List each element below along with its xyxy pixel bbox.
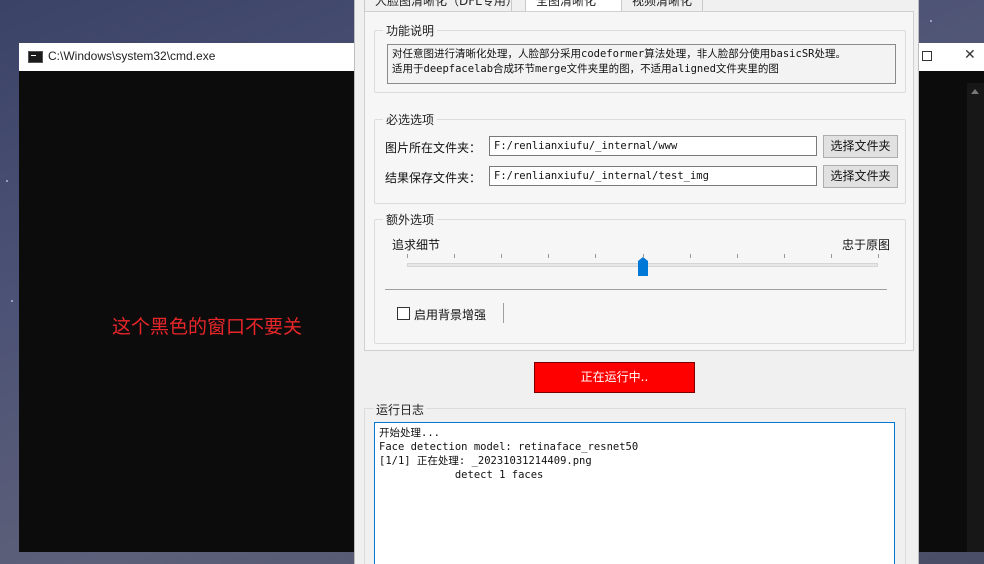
slider-tick — [548, 254, 549, 258]
log-textarea[interactable]: 开始处理... Face detection model: retinaface… — [374, 422, 895, 564]
tab-panel: 功能说明 对任意图进行清晰化处理，人脸部分采用codeformer算法处理，非人… — [364, 11, 914, 351]
run-button[interactable]: 正在运行中.. — [534, 362, 695, 393]
description-group: 功能说明 对任意图进行清晰化处理，人脸部分采用codeformer算法处理，非人… — [374, 22, 906, 93]
required-options-group: 必选选项 图片所在文件夹： F:/renlianxiufu/_internal/… — [374, 111, 906, 204]
cmd-scrollbar[interactable] — [967, 83, 984, 552]
background-star — [930, 20, 932, 22]
browse-input-folder-button[interactable]: 选择文件夹 — [823, 135, 898, 158]
input-folder-label: 图片所在文件夹： — [385, 141, 482, 155]
slider-tick — [784, 254, 785, 258]
browse-output-folder-button[interactable]: 选择文件夹 — [823, 165, 898, 188]
slider-tick — [501, 254, 502, 258]
required-options-title: 必选选项 — [383, 111, 438, 128]
divider — [385, 289, 887, 290]
slider-tick — [454, 254, 455, 258]
slider-tick — [831, 254, 832, 258]
log-line: Face detection model: retinaface_resnet5… — [379, 441, 639, 453]
slider-thumb[interactable] — [638, 257, 648, 276]
slider-right-label: 忠于原图 — [842, 238, 891, 252]
description-line: 适用于deepfacelab合成环节merge文件夹里的图，不适用aligned… — [392, 63, 779, 75]
description-text: 对任意图进行清晰化处理，人脸部分采用codeformer算法处理，非人脸部分使用… — [387, 44, 896, 84]
cmd-window-title: C:\Windows\system32\cmd.exe — [48, 49, 216, 63]
output-folder-field[interactable]: F:/renlianxiufu/_internal/test_img — [489, 166, 817, 186]
divider — [503, 303, 504, 323]
log-line: 开始处理... — [379, 427, 440, 439]
cmd-warning-note: 这个黑色的窗口不要关 — [112, 316, 303, 338]
description-title: 功能说明 — [383, 22, 438, 39]
slider-tick — [737, 254, 738, 258]
background-star — [6, 180, 8, 182]
extra-options-group: 额外选项 — [374, 211, 906, 344]
slider-tick — [878, 254, 879, 258]
terminal-icon — [28, 51, 43, 63]
background-enhance-label: 启用背景增强 — [414, 308, 487, 322]
log-line: [1/1] 正在处理: _20231031214409.png — [379, 455, 592, 467]
description-line: 对任意图进行清晰化处理，人脸部分采用codeformer算法处理，非人脸部分使用… — [392, 48, 846, 60]
input-folder-field[interactable]: F:/renlianxiufu/_internal/www — [489, 136, 817, 156]
log-title: 运行日志 — [374, 401, 427, 418]
slider-tick — [595, 254, 596, 258]
log-line: detect 1 faces — [379, 469, 544, 481]
maximize-icon[interactable] — [922, 51, 932, 61]
extra-options-title: 额外选项 — [383, 211, 438, 228]
background-star — [11, 300, 13, 302]
output-folder-label: 结果保存文件夹： — [385, 171, 482, 185]
slider-tick — [407, 254, 408, 258]
slider-left-label: 追求细节 — [392, 238, 441, 252]
slider-tick — [690, 254, 691, 258]
background-enhance-checkbox[interactable] — [397, 307, 410, 320]
slider-tick — [643, 254, 644, 258]
close-icon[interactable]: ✕ — [964, 47, 976, 63]
